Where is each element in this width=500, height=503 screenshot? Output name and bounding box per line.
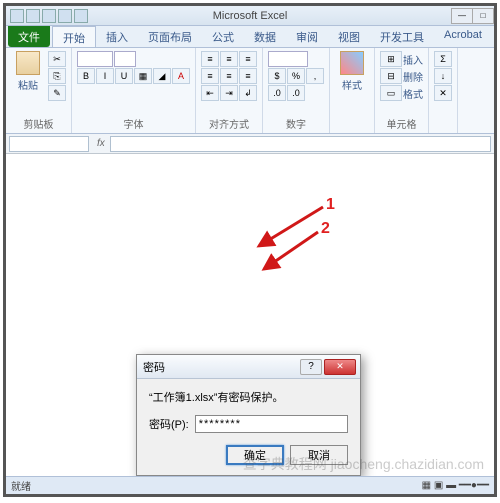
styles-icon (340, 51, 364, 75)
group-align: ≡ ≡ ≡ ≡ ≡ ≡ ⇤ ⇥ ↲ 对齐方式 (196, 48, 263, 133)
comma-button[interactable]: , (306, 68, 324, 84)
currency-button[interactable]: $ (268, 68, 286, 84)
group-styles: 样式 (330, 48, 375, 133)
clear-button[interactable]: ✕ (434, 85, 452, 101)
annotation-1: 1 (326, 196, 335, 214)
bold-button[interactable]: B (77, 68, 95, 84)
title-bar: Microsoft Excel — □ (6, 6, 494, 26)
worksheet-area[interactable]: 密码 ? ✕ “工作簿1.xlsx”有密码保护。 密码(P): 确定 取消 (6, 154, 494, 466)
formula-bar: fx (6, 134, 494, 154)
group-cells: ⊞插入 ⊟删除 ▭格式 单元格 (375, 48, 429, 133)
align-center-button[interactable]: ≡ (220, 68, 238, 84)
paste-label: 粘贴 (18, 77, 38, 92)
tab-review[interactable]: 审阅 (286, 26, 328, 47)
annotation-2: 2 (321, 220, 330, 238)
tab-file[interactable]: 文件 (8, 26, 50, 47)
password-label: 密码(P): (149, 416, 189, 432)
paste-icon (16, 51, 40, 75)
dialog-help-button[interactable]: ? (300, 359, 322, 375)
ribbon: 粘贴 ✂ ⎘ ✎ 剪贴板 B I U ▦ (6, 48, 494, 134)
autosum-button[interactable]: Σ (434, 51, 452, 67)
indent-dec-button[interactable]: ⇤ (201, 85, 219, 101)
status-ready: 就绪 (11, 478, 31, 493)
fill-color-button[interactable]: ◢ (153, 68, 171, 84)
styles-button[interactable]: 样式 (335, 51, 369, 119)
number-format-select[interactable] (268, 51, 308, 67)
format-label: 格式 (403, 86, 423, 101)
group-styles-label (335, 119, 369, 132)
maximize-button[interactable]: □ (472, 8, 494, 24)
inc-decimal-button[interactable]: .0 (268, 85, 286, 101)
undo-icon[interactable] (42, 9, 56, 23)
save-icon[interactable] (26, 9, 40, 23)
dialog-close-button[interactable]: ✕ (324, 359, 356, 375)
format-painter-button[interactable]: ✎ (48, 85, 66, 101)
group-clipboard: 粘贴 ✂ ⎘ ✎ 剪贴板 (6, 48, 72, 133)
minimize-button[interactable]: — (451, 8, 473, 24)
insert-label: 插入 (403, 52, 423, 67)
cut-button[interactable]: ✂ (48, 51, 66, 67)
group-cells-label: 单元格 (380, 115, 423, 132)
group-font-label: 字体 (77, 115, 190, 132)
quick-access-toolbar (6, 9, 92, 23)
italic-button[interactable]: I (96, 68, 114, 84)
align-left-button[interactable]: ≡ (201, 68, 219, 84)
group-number: $ % , .0 .0 数字 (263, 48, 330, 133)
group-clipboard-label: 剪贴板 (11, 115, 66, 132)
align-mid-button[interactable]: ≡ (220, 51, 238, 67)
group-editing: Σ ↓ ✕ (429, 48, 458, 133)
copy-button[interactable]: ⎘ (48, 68, 66, 84)
delete-cells-button[interactable]: ⊟ (380, 68, 402, 84)
align-top-button[interactable]: ≡ (201, 51, 219, 67)
insert-cells-button[interactable]: ⊞ (380, 51, 402, 67)
name-box[interactable] (9, 136, 89, 152)
annotation-arrow-2 (256, 229, 326, 274)
tab-view[interactable]: 视图 (328, 26, 370, 47)
font-name-select[interactable] (77, 51, 113, 67)
tab-data[interactable]: 数据 (244, 26, 286, 47)
redo-icon[interactable] (58, 9, 72, 23)
formula-input[interactable] (110, 136, 491, 152)
percent-button[interactable]: % (287, 68, 305, 84)
excel-icon[interactable] (10, 9, 24, 23)
wrap-button[interactable]: ↲ (239, 85, 257, 101)
tab-layout[interactable]: 页面布局 (138, 26, 202, 47)
tab-insert[interactable]: 插入 (96, 26, 138, 47)
group-editing-label (434, 119, 452, 132)
status-bar: 就绪 ▦ ▣ ▬ ━━●━━ (6, 476, 494, 494)
align-right-button[interactable]: ≡ (239, 68, 257, 84)
align-bot-button[interactable]: ≡ (239, 51, 257, 67)
group-font: B I U ▦ ◢ A 字体 (72, 48, 196, 133)
indent-inc-button[interactable]: ⇥ (220, 85, 238, 101)
font-size-select[interactable] (114, 51, 136, 67)
underline-button[interactable]: U (115, 68, 133, 84)
password-input[interactable] (195, 415, 348, 433)
dialog-titlebar[interactable]: 密码 ? ✕ (137, 355, 360, 379)
fx-icon[interactable]: fx (92, 138, 110, 149)
ribbon-tabs: 文件 开始 插入 页面布局 公式 数据 审阅 视图 开发工具 Acrobat (6, 26, 494, 48)
border-button[interactable]: ▦ (134, 68, 152, 84)
tab-home[interactable]: 开始 (52, 26, 96, 47)
tab-formulas[interactable]: 公式 (202, 26, 244, 47)
styles-label: 样式 (342, 77, 362, 92)
delete-label: 删除 (403, 69, 423, 84)
dialog-title-text: 密码 (143, 359, 165, 375)
qat-dropdown-icon[interactable] (74, 9, 88, 23)
tab-acrobat[interactable]: Acrobat (434, 26, 492, 47)
dec-decimal-button[interactable]: .0 (287, 85, 305, 101)
dialog-message: “工作簿1.xlsx”有密码保护。 (149, 389, 348, 405)
fill-button[interactable]: ↓ (434, 68, 452, 84)
window-controls: — □ (452, 8, 494, 24)
group-number-label: 数字 (268, 115, 324, 132)
format-cells-button[interactable]: ▭ (380, 85, 402, 101)
watermark: 查字典教程网 jiaocheng.chazidian.com (243, 454, 484, 474)
view-controls[interactable]: ▦ ▣ ▬ ━━●━━ (422, 480, 489, 491)
group-align-label: 对齐方式 (201, 115, 257, 132)
tab-developer[interactable]: 开发工具 (370, 26, 434, 47)
paste-button[interactable]: 粘贴 (11, 51, 45, 115)
app-title: Microsoft Excel (213, 10, 288, 22)
font-color-button[interactable]: A (172, 68, 190, 84)
